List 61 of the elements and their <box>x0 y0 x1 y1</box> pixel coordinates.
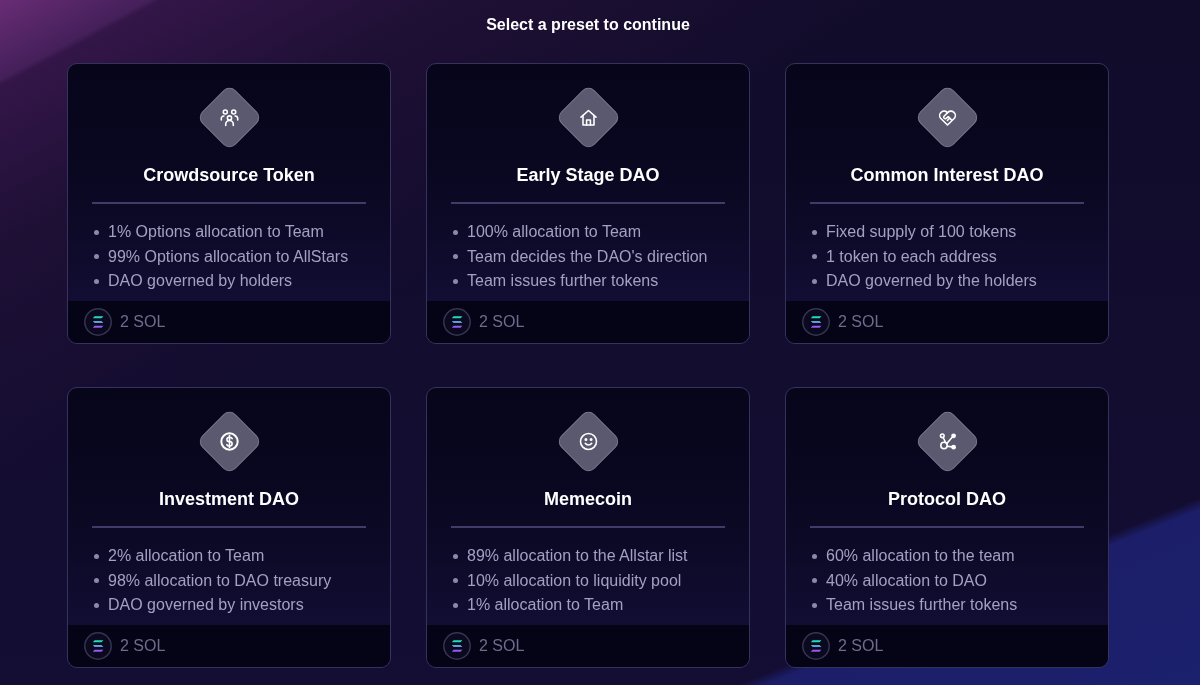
card-title: Common Interest DAO <box>850 164 1044 186</box>
token-icon <box>443 308 471 336</box>
card-title: Investment DAO <box>159 488 299 510</box>
bullet-icon <box>812 553 817 559</box>
bullet-icon <box>453 602 458 608</box>
card-title: Memecoin <box>544 488 632 510</box>
feature-text: 2% allocation to Team <box>108 547 265 566</box>
preset-card[interactable]: Crowdsource Token 1% Options allocation to Team 99% Options allocation to AllStars DAO governed by holders 2 SOL <box>67 63 391 344</box>
token-icon <box>84 632 112 660</box>
price-text: 2 SOL <box>838 313 884 331</box>
bullet-icon <box>812 578 817 584</box>
card-title: Protocol DAO <box>888 488 1006 510</box>
price-text: 2 SOL <box>120 637 166 655</box>
bullet-icon <box>812 278 817 284</box>
token-icon <box>443 632 471 660</box>
preset-card[interactable]: Common Interest DAO Fixed supply of 100 tokens 1 token to each address DAO governed by the holders 2 SOL <box>785 63 1109 344</box>
price-text: 2 SOL <box>479 313 525 331</box>
bullet-icon <box>453 578 458 584</box>
bullet-icon <box>94 229 99 235</box>
preset-card[interactable]: Early Stage DAO 100% allocation to Team Team decides the DAO's direction Team issues further tokens 2 SOL <box>426 63 750 344</box>
token-icon <box>802 308 830 336</box>
bullet-icon <box>94 553 99 559</box>
feature-text: 1% Options allocation to Team <box>108 223 324 242</box>
feature-text: DAO governed by holders <box>108 272 293 291</box>
price-text: 2 SOL <box>120 313 166 331</box>
feature-text: 89% allocation to the Allstar list <box>467 547 688 566</box>
card-title: Early Stage DAO <box>516 164 660 186</box>
bullet-icon <box>94 578 99 584</box>
feature-text: 98% allocation to DAO treasury <box>108 571 332 590</box>
bullet-icon <box>94 278 99 284</box>
feature-text: 10% allocation to liquidity pool <box>467 571 682 590</box>
feature-text: DAO governed by the holders <box>826 272 1037 291</box>
feature-text: 99% Options allocation to AllStars <box>108 247 349 266</box>
feature-text: 60% allocation to the team <box>826 547 1015 566</box>
bullet-icon <box>812 602 817 608</box>
feature-text: Team issues further tokens <box>826 596 1018 615</box>
bullet-icon <box>453 553 458 559</box>
preset-card[interactable]: Protocol DAO 60% allocation to the team 40% allocation to DAO Team issues further tokens 2 SOL <box>785 387 1109 668</box>
token-icon <box>802 632 830 660</box>
feature-text: Team issues further tokens <box>467 272 659 291</box>
feature-text: 100% allocation to Team <box>467 223 642 242</box>
token-icon <box>84 308 112 336</box>
feature-text: 40% allocation to DAO <box>826 571 987 590</box>
bullet-icon <box>94 602 99 608</box>
bullet-icon <box>812 254 817 260</box>
card-title: Crowdsource Token <box>143 164 315 186</box>
preset-card[interactable]: Investment DAO 2% allocation to Team 98% allocation to DAO treasury DAO governed by investors 2 SOL <box>67 387 391 668</box>
price-text: 2 SOL <box>479 637 525 655</box>
feature-text: 1% allocation to Team <box>467 596 624 615</box>
feature-text: Team decides the DAO's direction <box>467 247 708 266</box>
bullet-icon <box>812 229 817 235</box>
page-heading: Select a preset to continue <box>485 15 691 35</box>
bullet-icon <box>94 254 99 260</box>
bullet-icon <box>453 278 458 284</box>
preset-card[interactable]: Memecoin 89% allocation to the Allstar list 10% allocation to liquidity pool 1% allocation to Team 2 SOL <box>426 387 750 668</box>
feature-text: Fixed supply of 100 tokens <box>826 223 1017 242</box>
price-text: 2 SOL <box>838 637 884 655</box>
bullet-icon <box>453 254 458 260</box>
feature-text: 1 token to each address <box>826 247 997 266</box>
feature-text: DAO governed by investors <box>108 596 304 615</box>
bullet-icon <box>453 229 458 235</box>
